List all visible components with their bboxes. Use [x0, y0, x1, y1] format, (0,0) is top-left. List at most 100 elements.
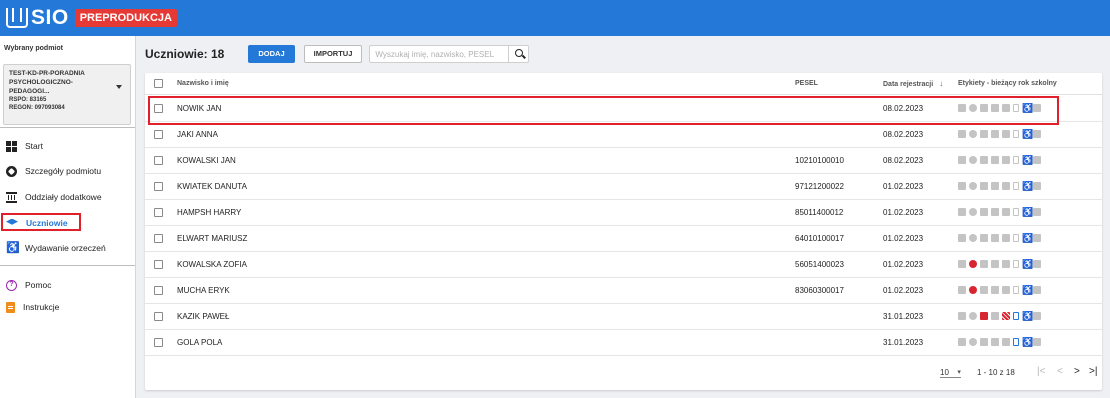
sidebar-item-help[interactable]: ? Pomoc [0, 275, 135, 295]
tag-icons: ♿ [958, 155, 1044, 165]
institution-icon [6, 191, 17, 203]
tag-grid-icon [1002, 130, 1010, 138]
row-checkbox[interactable] [154, 156, 163, 165]
search-input[interactable] [370, 46, 508, 62]
tag-icons: ♿ [958, 207, 1044, 217]
row-checkbox[interactable] [154, 286, 163, 295]
tag-clipboard-icon [991, 260, 999, 268]
sidebar-item-entity-details[interactable]: Szczegóły podmiotu [0, 161, 135, 181]
registration-date: 08.02.2023 [883, 156, 924, 165]
student-name[interactable]: KAZIK PAWEŁ [177, 312, 229, 321]
row-checkbox[interactable] [154, 182, 163, 191]
tag-icons: ♿ [958, 130, 1044, 139]
top-bar: SIO PREPRODUKCJA [0, 0, 1110, 36]
column-header-date[interactable]: Data rejestracji ↓ [883, 79, 943, 88]
registration-date: 01.02.2023 [883, 260, 924, 269]
tag-bookmark-icon [1013, 286, 1019, 294]
sidebar-divider [0, 265, 135, 266]
student-name[interactable]: KOWALSKI JAN [177, 156, 236, 165]
last-page-button[interactable]: >| [1089, 366, 1097, 377]
sidebar-item-instructions[interactable]: Instrukcje [0, 297, 135, 317]
student-name[interactable]: ELWART MARIUSZ [177, 234, 247, 243]
row-checkbox[interactable] [154, 208, 163, 217]
tag-id-card-icon [958, 182, 966, 190]
tag-calendar-icon [980, 234, 988, 242]
student-name[interactable]: JAKI ANNA [177, 130, 218, 139]
tag-bookmark-icon [1013, 208, 1019, 216]
table-row[interactable]: HAMPSH HARRY 85011400012 01.02.2023 ♿ [145, 200, 1102, 226]
add-button[interactable]: DODAJ [248, 45, 295, 63]
tag-grid-icon [1002, 260, 1010, 268]
table-row[interactable]: KOWALSKI JAN 10210100010 08.02.2023 ♿ [145, 148, 1102, 174]
student-name[interactable]: GOLA POLA [177, 338, 222, 347]
table-row[interactable]: JAKI ANNA 08.02.2023 ♿ [145, 122, 1102, 148]
tag-calendar-icon [980, 156, 988, 164]
sidebar-item-rulings[interactable]: ♿ Wydawanie orzeczeń [0, 238, 135, 258]
sidebar-item-label: Pomoc [25, 280, 52, 290]
student-pesel: 10210100010 [795, 156, 844, 165]
next-page-button[interactable]: > [1074, 366, 1080, 377]
page-size-select[interactable]: 10 [940, 368, 961, 378]
sidebar-item-start[interactable]: Start [0, 136, 135, 156]
tag-id-card-icon [958, 234, 966, 242]
main-content: Uczniowie: 18 DODAJ IMPORTUJ Nazwisko i … [137, 36, 1110, 398]
tag-clipboard-icon [991, 312, 999, 320]
table-row[interactable]: KOWALSKA ZOFIA 56051400023 01.02.2023 ♿ [145, 252, 1102, 278]
column-header-pesel[interactable]: PESEL [795, 80, 818, 87]
tag-calendar-icon [980, 130, 988, 138]
tag-bookmark-icon [1013, 182, 1019, 190]
table-row[interactable]: MUCHA ERYK 83060300017 01.02.2023 ♿ [145, 278, 1102, 304]
select-all-checkbox[interactable] [154, 79, 163, 88]
tag-accessibility-icon: ♿ [1022, 207, 1034, 217]
tag-add-box-icon [1033, 338, 1041, 346]
row-checkbox[interactable] [154, 260, 163, 269]
table-row[interactable]: KAZIK PAWEŁ 31.01.2023 ♿ [145, 304, 1102, 330]
tag-bookmark-icon [1013, 260, 1019, 268]
student-name[interactable]: KOWALSKA ZOFIA [177, 260, 247, 269]
table-row[interactable]: ELWART MARIUSZ 64010100017 01.02.2023 ♿ [145, 226, 1102, 252]
search-icon[interactable] [507, 46, 529, 62]
sidebar-item-label: Szczegóły podmiotu [25, 166, 102, 176]
app-logo[interactable]: SIO [6, 6, 75, 30]
registration-date: 31.01.2023 [883, 312, 924, 321]
search-box [369, 45, 530, 63]
caret-down-icon[interactable] [116, 85, 122, 89]
registration-date: 01.02.2023 [883, 234, 924, 243]
tag-calendar-icon [980, 338, 988, 346]
column-header-name[interactable]: Nazwisko i imię [177, 80, 229, 87]
tag-bookmark-icon [1013, 338, 1019, 346]
sidebar-item-additional-units[interactable]: Oddziały dodatkowe [0, 187, 135, 207]
row-checkbox[interactable] [154, 130, 163, 139]
previous-page-button[interactable]: < [1057, 366, 1063, 377]
row-checkbox[interactable] [154, 312, 163, 321]
tag-bookmark-icon [1013, 130, 1019, 138]
entity-selector[interactable]: TEST-KD-PR-PORADNIA PSYCHOLOGICZNO-PEDAG… [3, 64, 131, 125]
student-name[interactable]: KWIATEK DANUTA [177, 182, 247, 191]
row-checkbox[interactable] [154, 338, 163, 347]
import-button[interactable]: IMPORTUJ [303, 45, 363, 63]
tag-clock-icon [969, 312, 977, 320]
first-page-button[interactable]: |< [1037, 366, 1045, 377]
page-title: Uczniowie: 18 [145, 47, 225, 61]
tag-add-box-icon [1033, 234, 1041, 242]
tag-clipboard-icon [991, 208, 999, 216]
dashboard-icon [6, 140, 17, 152]
tag-accessibility-icon: ♿ [1022, 155, 1034, 165]
tag-add-box-icon [1033, 260, 1041, 268]
student-pesel: 64010100017 [795, 234, 844, 243]
logo-mark-icon [6, 8, 28, 28]
student-name[interactable]: HAMPSH HARRY [177, 208, 241, 217]
sidebar-item-label: Start [25, 141, 43, 151]
tag-accessibility-icon: ♿ [1022, 233, 1034, 243]
tag-calendar-icon [980, 208, 988, 216]
sort-desc-icon[interactable]: ↓ [939, 79, 943, 88]
tag-id-card-icon [958, 130, 966, 138]
student-name[interactable]: MUCHA ERYK [177, 286, 230, 295]
tag-bookmark-icon [1013, 312, 1019, 320]
table-row[interactable]: GOLA POLA 31.01.2023 ♿ [145, 330, 1102, 356]
tag-grid-icon [1002, 234, 1010, 242]
tag-add-box-icon [1033, 286, 1041, 294]
tag-id-card-icon [958, 156, 966, 164]
table-row[interactable]: KWIATEK DANUTA 97121200022 01.02.2023 ♿ [145, 174, 1102, 200]
row-checkbox[interactable] [154, 234, 163, 243]
